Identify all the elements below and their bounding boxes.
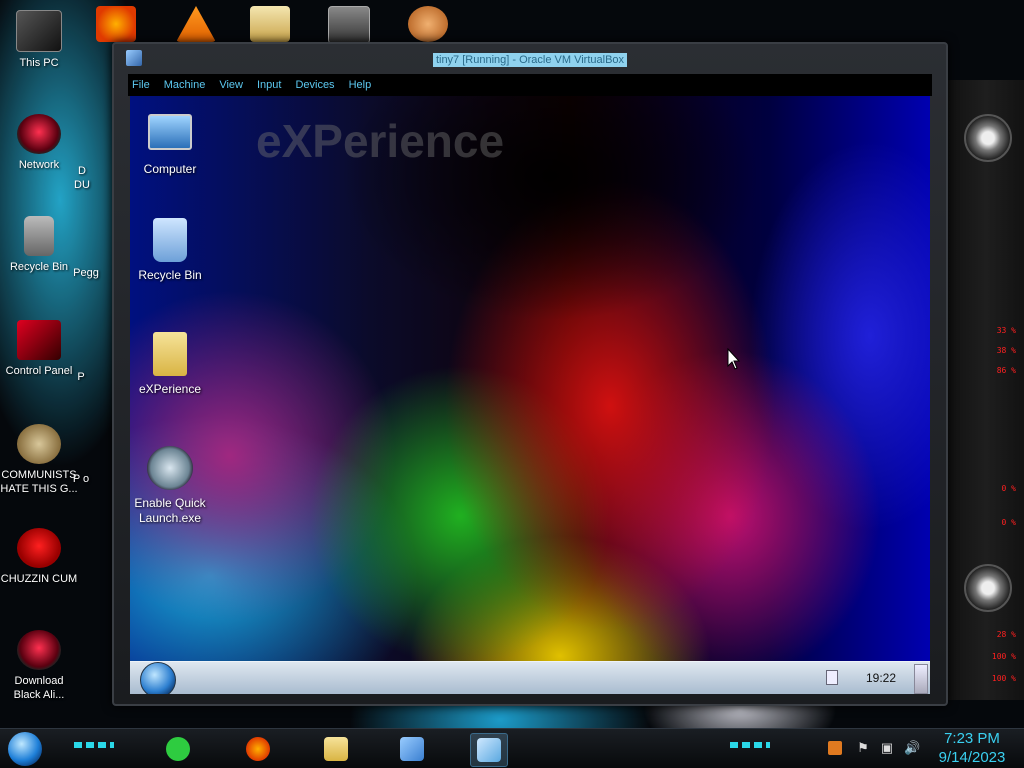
window-title: tiny7 [Running] - Oracle VM VirtualBox [432, 53, 628, 67]
action-center-icon[interactable] [826, 670, 838, 685]
alien-gauge-icon [964, 114, 1012, 162]
guest-icon-computer[interactable]: Computer [130, 108, 215, 177]
gadget-readout: 100 % [991, 674, 1016, 683]
system-gadget-panel: 33 % 38 % 86 % 0 % 0 % 28 % 100 % 100 % [944, 80, 1024, 700]
notification-orange-icon[interactable] [828, 741, 842, 755]
partial-label[interactable]: D [62, 164, 102, 178]
file-explorer-icon [324, 737, 348, 761]
quick-launch-icon [147, 446, 193, 490]
hxd-top-icon[interactable] [250, 6, 290, 42]
recycle-bin-icon [153, 218, 187, 262]
host-clock-time: 7:23 PM [944, 730, 1000, 747]
volume-icon[interactable]: 🔊 [904, 741, 920, 755]
control-panel-icon [17, 320, 61, 360]
host-clock[interactable]: 7:23 PM 9/14/2023 [930, 729, 1014, 767]
money-bag-icon [17, 424, 61, 464]
host-clock-date: 9/14/2023 [938, 749, 1006, 766]
wallpaper-wordmark: eXPerience [256, 115, 505, 167]
vlc-top-icon[interactable] [176, 6, 216, 42]
maze-top-icon[interactable] [328, 6, 370, 44]
notes-app-icon [166, 737, 190, 761]
network-icon[interactable]: ▣ [880, 741, 894, 755]
firefox-top-icon[interactable] [96, 6, 136, 42]
show-desktop-button[interactable] [914, 664, 928, 694]
alien-gauge-icon [964, 564, 1012, 612]
host-icon-label: CHUZZIN CUM [0, 573, 78, 585]
partial-label[interactable]: P o [66, 472, 96, 486]
taskbar-virtualbox[interactable] [394, 733, 430, 765]
host-taskbar: ⚑ ▣ 🔊 7:23 PM 9/14/2023 [0, 728, 1024, 768]
gadget-readout: 28 % [996, 630, 1016, 639]
recycle-bin-icon [24, 216, 54, 256]
host-icon-download-black-ali[interactable]: Download Black Ali... [0, 630, 78, 702]
gadget-readout: 33 % [996, 326, 1016, 335]
flag-icon[interactable]: ⚑ [856, 741, 870, 755]
chuzzle-icon [17, 528, 61, 568]
gadget-readout: 38 % [996, 346, 1016, 355]
guest-taskbar: 19:22 [130, 661, 930, 694]
gadget-readout: 100 % [991, 652, 1016, 661]
windows-start-button[interactable] [140, 662, 176, 694]
host-icon-chuzzin[interactable]: CHUZZIN CUM [0, 528, 78, 586]
mouse-pointer-icon [727, 347, 741, 375]
alien-download-icon [17, 630, 61, 670]
menu-file[interactable]: File [132, 79, 150, 91]
taskbar-decoration [74, 742, 114, 748]
vm-menubar: File Machine View Input Devices Help [128, 74, 932, 96]
partial-label[interactable]: DU [62, 178, 102, 192]
window-title-bar[interactable]: tiny7 [Running] - Oracle VM VirtualBox [114, 50, 946, 67]
menu-devices[interactable]: Devices [295, 79, 334, 91]
virtualbox-icon [400, 737, 424, 761]
guest-icon-label: Recycle Bin [138, 268, 202, 282]
menu-help[interactable]: Help [349, 79, 372, 91]
guest-clock[interactable]: 19:22 [866, 671, 896, 685]
computer-icon [16, 10, 62, 52]
guest-icon-recycle-bin[interactable]: Recycle Bin [130, 218, 215, 283]
guest-icon-experience-folder[interactable]: eXPerience [130, 332, 215, 397]
guest-desktop[interactable]: eXPerience Computer Recycle Bin eXPerien… [130, 96, 930, 694]
host-icon-label: Download Black Ali... [13, 675, 65, 701]
firefox-icon [246, 737, 270, 761]
partial-label[interactable]: Pegg [66, 266, 106, 280]
partial-label[interactable]: P [66, 370, 96, 384]
menu-machine[interactable]: Machine [164, 79, 206, 91]
menu-view[interactable]: View [219, 79, 243, 91]
gadget-readout: 0 % [1001, 518, 1016, 527]
computer-icon [148, 114, 192, 150]
folder-icon [153, 332, 187, 376]
guest-icon-label: eXPerience [138, 382, 202, 396]
alien-network-icon [17, 114, 61, 154]
guest-icon-label: Computer [143, 162, 197, 176]
guest-icon-label: Enable Quick Launch.exe [134, 496, 206, 525]
host-icon-label: This PC [19, 57, 59, 69]
user-top-icon[interactable] [408, 6, 448, 42]
guest-icon-enable-quick-launch[interactable]: Enable Quick Launch.exe [130, 446, 215, 526]
virtualbox-window[interactable]: tiny7 [Running] - Oracle VM VirtualBox F… [112, 42, 948, 706]
host-icon-this-pc[interactable]: This PC [0, 10, 78, 70]
taskbar-decoration [730, 742, 770, 748]
gadget-readout: 0 % [1001, 484, 1016, 493]
taskbar-firefox[interactable] [240, 733, 276, 765]
gadget-readout: 86 % [996, 366, 1016, 375]
tiny7-vm-icon [477, 738, 501, 762]
taskbar-file-explorer[interactable] [318, 733, 354, 765]
taskbar-notes-app[interactable] [160, 733, 196, 765]
host-start-button[interactable] [8, 732, 42, 766]
taskbar-tiny7-vm[interactable] [470, 733, 508, 767]
menu-input[interactable]: Input [257, 79, 281, 91]
